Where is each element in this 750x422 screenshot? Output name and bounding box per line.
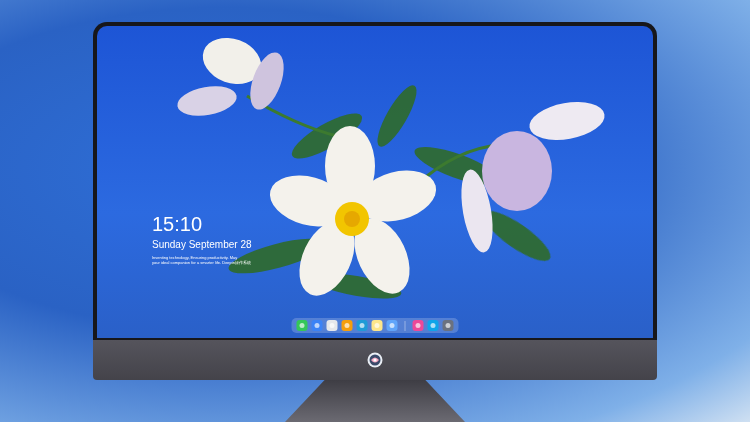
- messages-icon[interactable]: [297, 320, 308, 331]
- video-icon[interactable]: [357, 320, 368, 331]
- lock-screen[interactable]: 15:10 Sunday September 28 Inventing techno…: [97, 26, 653, 338]
- dock: [292, 318, 459, 333]
- monitor-chin: [93, 340, 657, 380]
- tagline: Inventing technology, Ensuring productiv…: [152, 255, 252, 265]
- screenshot-icon[interactable]: [387, 320, 398, 331]
- files-icon[interactable]: [312, 320, 323, 331]
- notes-icon[interactable]: [372, 320, 383, 331]
- clock-icon[interactable]: [327, 320, 338, 331]
- monitor-bezel: 15:10 Sunday September 28 Inventing techno…: [93, 22, 657, 340]
- tagline-line: your ideal companion for a smarter life.…: [152, 260, 252, 265]
- tagline-line: Inventing technology, Ensuring productiv…: [152, 255, 252, 260]
- clock-panel: 15:10 Sunday September 28 Inventing techno…: [152, 212, 252, 265]
- clock-time: 15:10: [152, 212, 252, 236]
- dock-separator: [405, 321, 406, 331]
- photos-icon[interactable]: [342, 320, 353, 331]
- music-icon[interactable]: [413, 320, 424, 331]
- clock-date: Sunday September 28: [152, 238, 252, 251]
- monitor-stand: [285, 380, 465, 422]
- deepin-logo-icon: [367, 352, 383, 368]
- desktop-background: 15:10 Sunday September 28 Inventing techno…: [0, 0, 750, 422]
- app-store-icon[interactable]: [428, 320, 439, 331]
- camera-icon[interactable]: [443, 320, 454, 331]
- monitor: 15:10 Sunday September 28 Inventing techno…: [93, 22, 657, 422]
- wallpaper-flowers-icon: [97, 26, 653, 338]
